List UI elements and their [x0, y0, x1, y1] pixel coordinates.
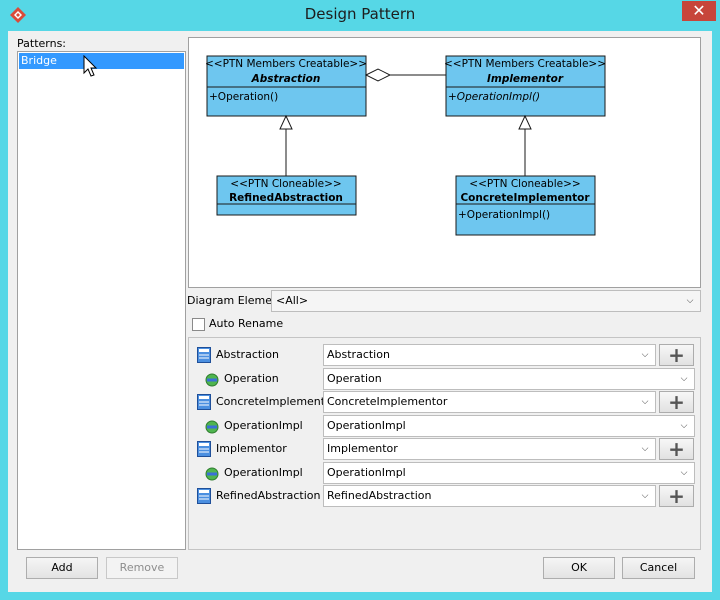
- refined-abstraction-name: RefinedAbstraction: [229, 192, 343, 204]
- mapping-label: ConcreteImplementor: [216, 395, 337, 408]
- chevron-down-icon: ⌵: [680, 421, 688, 431]
- mapping-value: OperationImpl: [327, 466, 406, 479]
- mapping-combo[interactable]: Abstraction ⌵: [323, 344, 656, 366]
- element-mapping-panel: Abstraction Abstraction ⌵ + Operation Op…: [188, 337, 701, 550]
- mapping-value: Implementor: [327, 442, 398, 455]
- window-title: Design Pattern: [304, 5, 416, 23]
- mapping-label: Abstraction: [216, 348, 279, 361]
- mapping-combo[interactable]: Operation ⌵: [323, 368, 695, 390]
- class-icon: [197, 441, 211, 457]
- mouse-cursor-icon: [83, 55, 98, 77]
- pattern-item-bridge[interactable]: Bridge: [19, 53, 184, 69]
- mapping-row: RefinedAbstraction RefinedAbstraction ⌵ …: [189, 485, 700, 507]
- concrete-implementor-name: ConcreteImplementor: [460, 192, 590, 204]
- close-button[interactable]: ✕: [682, 1, 716, 21]
- abstraction-operation: +Operation(): [209, 91, 278, 103]
- mapping-label: OperationImpl: [224, 466, 303, 479]
- mapping-row: Implementor Implementor ⌵ +: [189, 438, 700, 460]
- generalization-connector: [279, 114, 293, 176]
- mapping-value: RefinedAbstraction: [327, 489, 432, 502]
- add-button[interactable]: Add: [26, 557, 98, 579]
- mapping-row: OperationImpl OperationImpl ⌵: [189, 415, 700, 437]
- dialog-body: Patterns: Bridge <<PTN Members Creatable…: [8, 31, 712, 592]
- patterns-label: Patterns:: [17, 37, 67, 50]
- add-mapping-button[interactable]: +: [659, 391, 694, 413]
- mapping-combo[interactable]: OperationImpl ⌵: [323, 462, 695, 484]
- ok-button[interactable]: OK: [543, 557, 615, 579]
- chevron-down-icon: ⌵: [641, 491, 649, 501]
- mapping-row: ConcreteImplementor ConcreteImplementor …: [189, 391, 700, 413]
- concrete-implementor-stereotype: <<PTN Cloneable>>: [469, 178, 580, 190]
- mapping-combo[interactable]: RefinedAbstraction ⌵: [323, 485, 656, 507]
- mapping-combo[interactable]: OperationImpl ⌵: [323, 415, 695, 437]
- cancel-button[interactable]: Cancel: [622, 557, 695, 579]
- class-icon: [197, 394, 211, 410]
- mapping-label: Operation: [224, 372, 279, 385]
- class-icon: [197, 347, 211, 363]
- aggregation-connector: [364, 68, 446, 82]
- mapping-row: Operation Operation ⌵: [189, 368, 700, 390]
- mapping-row: Abstraction Abstraction ⌵ +: [189, 344, 700, 366]
- implementor-operation: +OperationImpl(): [448, 91, 540, 103]
- class-concrete-implementor[interactable]: <<PTN Cloneable>> ConcreteImplementor +O…: [455, 175, 596, 236]
- chevron-down-icon: ⌵: [680, 468, 688, 478]
- abstraction-name: Abstraction: [251, 73, 321, 85]
- diagram-element-select[interactable]: <All> ⌵: [271, 290, 701, 312]
- add-mapping-button[interactable]: +: [659, 438, 694, 460]
- mapping-value: Operation: [327, 372, 382, 385]
- mapping-value: ConcreteImplementor: [327, 395, 448, 408]
- mapping-label: Implementor: [216, 442, 287, 455]
- chevron-down-icon: ⌵: [680, 374, 688, 384]
- realization-connector: [518, 114, 532, 176]
- remove-button[interactable]: Remove: [106, 557, 178, 579]
- operation-icon: [205, 420, 219, 434]
- diagram-element-label: Diagram Element: [187, 294, 284, 307]
- mapping-value: OperationImpl: [327, 419, 406, 432]
- auto-rename-label: Auto Rename: [209, 317, 284, 330]
- mapping-row: OperationImpl OperationImpl ⌵: [189, 462, 700, 484]
- mapping-combo[interactable]: ConcreteImplementor ⌵: [323, 391, 656, 413]
- pattern-diagram[interactable]: <<PTN Members Creatable>> Abstraction +O…: [188, 37, 701, 288]
- class-abstraction[interactable]: <<PTN Members Creatable>> Abstraction +O…: [205, 55, 367, 117]
- add-mapping-button[interactable]: +: [659, 344, 694, 366]
- chevron-down-icon: ⌵: [641, 444, 649, 454]
- concrete-implementor-operation: +OperationImpl(): [458, 209, 550, 221]
- diagram-element-value: <All>: [276, 294, 309, 307]
- mapping-combo[interactable]: Implementor ⌵: [323, 438, 656, 460]
- mapping-label: OperationImpl: [224, 419, 303, 432]
- operation-icon: [205, 373, 219, 387]
- chevron-down-icon: ⌵: [641, 397, 649, 407]
- implementor-stereotype: <<PTN Members Creatable>>: [444, 58, 606, 70]
- abstraction-stereotype: <<PTN Members Creatable>>: [205, 58, 367, 70]
- implementor-name: Implementor: [487, 73, 564, 85]
- title-bar[interactable]: Design Pattern ✕: [0, 0, 720, 30]
- class-refined-abstraction[interactable]: <<PTN Cloneable>> RefinedAbstraction: [216, 175, 357, 216]
- chevron-down-icon: ⌵: [641, 350, 649, 360]
- chevron-down-icon: ⌵: [686, 296, 694, 306]
- class-implementor[interactable]: <<PTN Members Creatable>> Implementor +O…: [444, 55, 606, 117]
- operation-icon: [205, 467, 219, 481]
- mapping-value: Abstraction: [327, 348, 390, 361]
- class-icon: [197, 488, 211, 504]
- add-mapping-button[interactable]: +: [659, 485, 694, 507]
- patterns-list[interactable]: Bridge: [17, 51, 186, 550]
- auto-rename-checkbox[interactable]: [192, 318, 205, 331]
- design-pattern-dialog: Design Pattern ✕ Patterns: Bridge <<PTN …: [0, 0, 720, 600]
- refined-abstraction-stereotype: <<PTN Cloneable>>: [230, 178, 341, 190]
- mapping-label: RefinedAbstraction: [216, 489, 321, 502]
